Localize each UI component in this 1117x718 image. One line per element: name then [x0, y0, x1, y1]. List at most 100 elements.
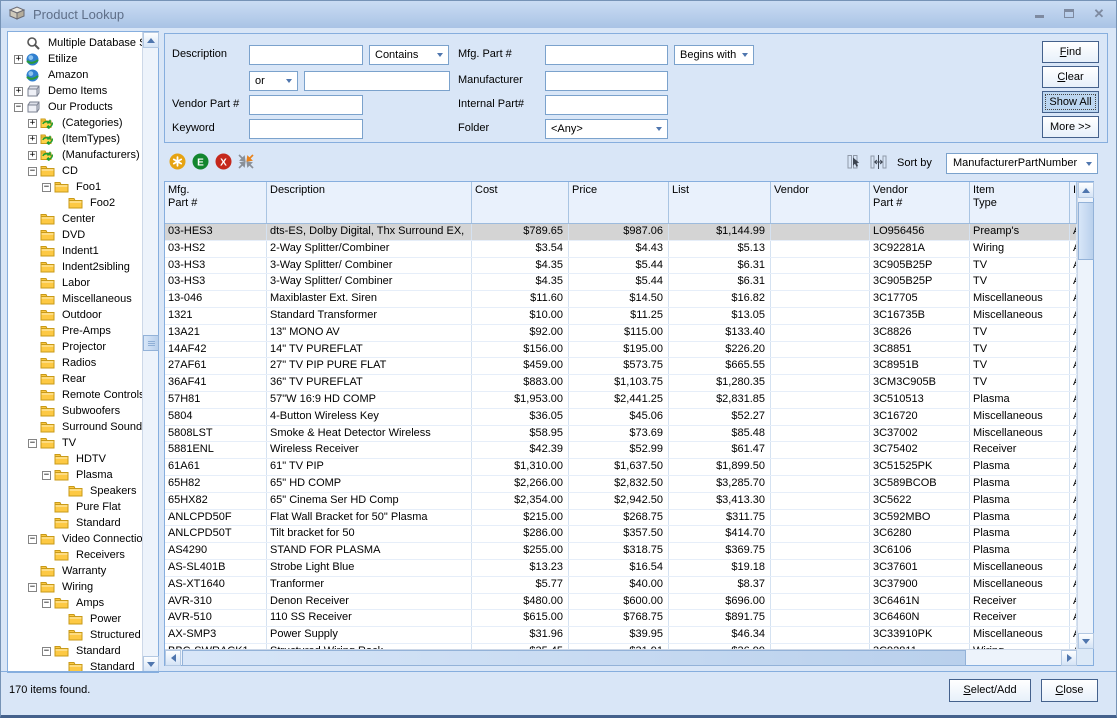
- grid-row[interactable]: 65H8265" HD COMP$2,266.00$2,832.50$3,285…: [165, 476, 1077, 493]
- grid-row[interactable]: 13-046Maxiblaster Ext. Siren$11.60$14.50…: [165, 291, 1077, 308]
- tree-item[interactable]: +(ItemTypes): [8, 131, 142, 147]
- tree-item[interactable]: +Etilize: [8, 51, 142, 67]
- tree-item[interactable]: Warranty: [8, 563, 142, 579]
- grid-row[interactable]: 36AF4136" TV PUREFLAT$883.00$1,103.75$1,…: [165, 375, 1077, 392]
- tree-item[interactable]: −Video Connection: [8, 531, 142, 547]
- star-badge-icon[interactable]: [168, 153, 186, 170]
- tree-item[interactable]: −CD: [8, 163, 142, 179]
- column-header[interactable]: Item Type: [970, 182, 1070, 223]
- grid-hscroll-thumb[interactable]: [182, 650, 966, 666]
- tree-item[interactable]: Outdoor: [8, 307, 142, 323]
- tree-item[interactable]: −Wiring: [8, 579, 142, 595]
- internal-part-input[interactable]: [545, 95, 668, 115]
- scroll-down-button[interactable]: [1078, 633, 1094, 649]
- scroll-right-button[interactable]: [1061, 650, 1077, 666]
- tree-item[interactable]: Amazon: [8, 67, 142, 83]
- column-header[interactable]: Description: [267, 182, 472, 223]
- grid-row[interactable]: 5808LSTSmoke & Heat Detector Wireless$58…: [165, 426, 1077, 443]
- column-header[interactable]: I: [1070, 182, 1077, 223]
- tree-item[interactable]: Radios: [8, 355, 142, 371]
- column-header[interactable]: Price: [569, 182, 669, 223]
- tree-item[interactable]: Rear: [8, 371, 142, 387]
- scroll-up-button[interactable]: [143, 32, 159, 48]
- select-add-button[interactable]: Select/Add: [949, 679, 1031, 702]
- column-header[interactable]: Cost: [472, 182, 569, 223]
- grid-row[interactable]: ANLCPD50TTilt bracket for 50$286.00$357.…: [165, 526, 1077, 543]
- manufacturer-input[interactable]: [545, 71, 668, 91]
- collapse-icon[interactable]: −: [28, 167, 37, 176]
- grid-row[interactable]: 14AF4214" TV PUREFLAT$156.00$195.00$226.…: [165, 342, 1077, 359]
- description-operator-select[interactable]: or: [249, 71, 298, 91]
- grid-row[interactable]: AS-SL401BStrobe Light Blue$13.23$16.54$1…: [165, 560, 1077, 577]
- tree-item[interactable]: Indent1: [8, 243, 142, 259]
- tree-item[interactable]: +Demo Items: [8, 83, 142, 99]
- tree-scrollbar[interactable]: [142, 32, 158, 672]
- maximize-button[interactable]: [1062, 6, 1076, 20]
- description-input[interactable]: [249, 45, 363, 65]
- grid-row[interactable]: 61A6161" TV PIP$1,310.00$1,637.50$1,899.…: [165, 459, 1077, 476]
- tree-item[interactable]: Center: [8, 211, 142, 227]
- keyword-input[interactable]: [249, 119, 363, 139]
- grid-row[interactable]: 13A2113" MONO AV$92.00$115.00$133.403C88…: [165, 325, 1077, 342]
- expand-icon[interactable]: +: [14, 55, 23, 64]
- find-button[interactable]: Find: [1042, 41, 1099, 63]
- grid-row[interactable]: 5881ENLWireless Receiver$42.39$52.99$61.…: [165, 442, 1077, 459]
- tree-item[interactable]: −Amps: [8, 595, 142, 611]
- collapse-icon[interactable]: −: [42, 647, 51, 656]
- tree-item[interactable]: −Plasma: [8, 467, 142, 483]
- tree-item[interactable]: Receivers: [8, 547, 142, 563]
- x-badge-icon[interactable]: X: [214, 153, 232, 170]
- column-fit-icon[interactable]: [870, 154, 887, 170]
- grid-vscroll-thumb[interactable]: [1078, 202, 1094, 260]
- tree-item[interactable]: −Standard: [8, 643, 142, 659]
- tree-item[interactable]: DVD: [8, 227, 142, 243]
- vendor-part-input[interactable]: [249, 95, 363, 115]
- titlebar[interactable]: Product Lookup ✕: [1, 1, 1116, 28]
- tree-item[interactable]: Standard: [8, 515, 142, 531]
- column-header[interactable]: Mfg. Part #: [165, 182, 267, 223]
- more-button[interactable]: More >>: [1042, 116, 1099, 138]
- collapse-icon[interactable]: −: [42, 183, 51, 192]
- tree-item[interactable]: Pre-Amps: [8, 323, 142, 339]
- tree-item[interactable]: Multiple Database S: [8, 35, 142, 51]
- tree-scrollbar-thumb[interactable]: [143, 335, 159, 351]
- collapse-columns-icon[interactable]: [237, 153, 255, 170]
- tree-item[interactable]: +(Manufacturers): [8, 147, 142, 163]
- close-button[interactable]: ✕: [1092, 6, 1106, 20]
- grid-row[interactable]: 03-HES3dts-ES, Dolby Digital, Thx Surrou…: [165, 224, 1077, 241]
- scroll-up-button[interactable]: [1078, 182, 1094, 198]
- grid-row[interactable]: ANLCPD50FFlat Wall Bracket for 50" Plasm…: [165, 510, 1077, 527]
- grid-row[interactable]: 57H8157"W 16:9 HD COMP$1,953.00$2,441.25…: [165, 392, 1077, 409]
- tree-item[interactable]: −TV: [8, 435, 142, 451]
- tree-item[interactable]: Speakers: [8, 483, 142, 499]
- description-or-input[interactable]: [304, 71, 450, 91]
- tree-item[interactable]: −Foo1: [8, 179, 142, 195]
- tree-item[interactable]: +(Categories): [8, 115, 142, 131]
- grid-row[interactable]: AS4290STAND FOR PLASMA$255.00$318.75$369…: [165, 543, 1077, 560]
- grid-row[interactable]: AX-SMP3Power Supply$31.96$39.95$46.343C3…: [165, 627, 1077, 644]
- grid-row[interactable]: AVR-510110 SS Receiver$615.00$768.75$891…: [165, 610, 1077, 627]
- e-badge-icon[interactable]: E: [191, 153, 209, 170]
- clear-button[interactable]: Clear: [1042, 66, 1099, 88]
- tree-item[interactable]: HDTV: [8, 451, 142, 467]
- tree-item[interactable]: Projector: [8, 339, 142, 355]
- column-header[interactable]: List: [669, 182, 771, 223]
- grid-row[interactable]: AVR-310Denon Receiver$480.00$600.00$696.…: [165, 594, 1077, 611]
- show-all-button[interactable]: Show All: [1042, 91, 1099, 113]
- column-header[interactable]: Vendor Part #: [870, 182, 970, 223]
- tree-item[interactable]: Indent2sibling: [8, 259, 142, 275]
- column-header[interactable]: Vendor: [771, 182, 870, 223]
- collapse-icon[interactable]: −: [42, 599, 51, 608]
- collapse-icon[interactable]: −: [28, 583, 37, 592]
- sort-by-select[interactable]: ManufacturerPartNumber: [946, 153, 1098, 174]
- grid-row[interactable]: AS-XT1640Tranformer$5.77$40.00$8.373C379…: [165, 577, 1077, 594]
- tree-item[interactable]: Structured W: [8, 627, 142, 643]
- grid-vertical-scrollbar[interactable]: [1077, 182, 1093, 649]
- tree-item[interactable]: Remote Controls: [8, 387, 142, 403]
- tree-item[interactable]: Foo2: [8, 195, 142, 211]
- grid-row[interactable]: 58044-Button Wireless Key$36.05$45.06$52…: [165, 409, 1077, 426]
- column-select-icon[interactable]: [847, 154, 864, 170]
- scroll-down-button[interactable]: [143, 656, 159, 672]
- collapse-icon[interactable]: −: [28, 439, 37, 448]
- close-dialog-button[interactable]: Close: [1041, 679, 1098, 702]
